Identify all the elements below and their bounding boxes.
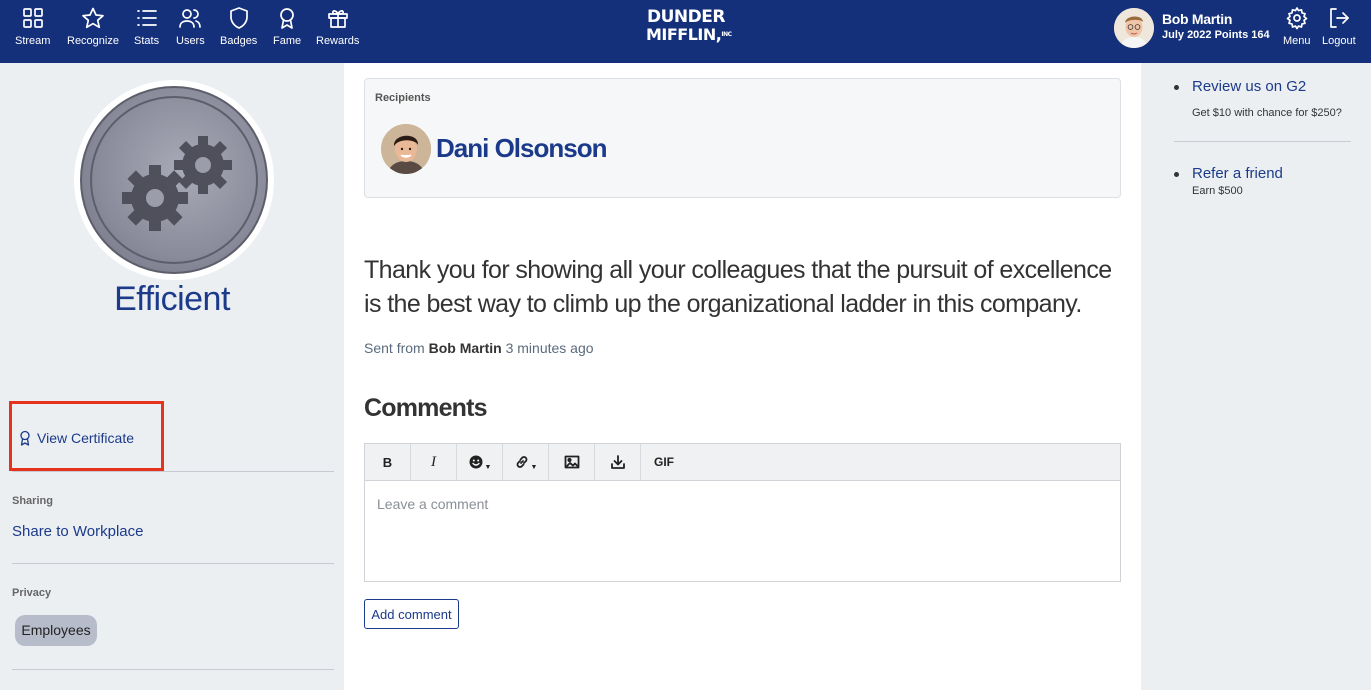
menu-button[interactable]: Menu bbox=[1283, 6, 1311, 47]
refer-friend-subtitle: Earn $500 bbox=[1192, 185, 1243, 197]
upload-button[interactable] bbox=[595, 444, 641, 480]
download-icon bbox=[610, 455, 625, 469]
comment-editor: B I ▼ ▼ GIF bbox=[364, 443, 1121, 582]
nav-fame[interactable]: Fame bbox=[273, 6, 301, 47]
view-certificate-label: View Certificate bbox=[37, 430, 135, 446]
gif-button[interactable]: GIF bbox=[641, 444, 687, 480]
nav-rewards[interactable]: Rewards bbox=[316, 6, 359, 47]
menu-label: Menu bbox=[1283, 35, 1311, 47]
emoji-button[interactable]: ▼ bbox=[457, 444, 503, 480]
privacy-label: Privacy bbox=[12, 587, 52, 599]
grid-icon bbox=[22, 8, 43, 28]
list-icon bbox=[136, 10, 157, 26]
users-icon bbox=[179, 9, 202, 28]
bullet bbox=[1174, 85, 1179, 90]
nav-stats-label: Stats bbox=[134, 35, 160, 47]
gift-icon bbox=[327, 10, 348, 28]
nav-badges-label: Badges bbox=[220, 35, 258, 47]
italic-label: I bbox=[431, 453, 436, 470]
user-points: July 2022 Points 164 bbox=[1162, 29, 1270, 41]
sender-name[interactable]: Bob Martin bbox=[429, 340, 502, 356]
divider bbox=[1174, 141, 1351, 142]
gears-icon bbox=[122, 136, 232, 231]
nav-users-label: Users bbox=[176, 35, 205, 47]
gear-icon bbox=[1286, 7, 1308, 30]
image-icon bbox=[564, 455, 579, 469]
editor-toolbar: B I ▼ ▼ GIF bbox=[365, 444, 1120, 481]
recipient-name[interactable]: Dani Olsonson bbox=[436, 133, 607, 164]
award-icon bbox=[20, 430, 30, 446]
refer-friend-link[interactable]: Refer a friend bbox=[1192, 165, 1283, 182]
bold-label: B bbox=[382, 454, 393, 470]
divider bbox=[12, 471, 334, 472]
italic-button[interactable]: I bbox=[411, 444, 457, 480]
chevron-down-icon: ▼ bbox=[484, 463, 492, 471]
recipients-card: Recipients Dani Olsonson bbox=[364, 78, 1121, 198]
nav-recognize[interactable]: Recognize bbox=[67, 6, 119, 47]
emoji-icon bbox=[469, 455, 483, 469]
user-avatar-image bbox=[1114, 8, 1154, 48]
star-icon bbox=[82, 7, 104, 29]
recipients-label: Recipients bbox=[375, 92, 431, 104]
logo-line2: MIFFLIN,INC bbox=[646, 25, 732, 44]
badge-medal bbox=[80, 86, 268, 274]
main-content: Recipients Dani Olsonson Thank you for s… bbox=[344, 63, 1141, 690]
nav-stats[interactable]: Stats bbox=[134, 6, 159, 47]
left-sidebar: Efficient View Certificate Sharing Share… bbox=[0, 63, 344, 690]
sent-time: 3 minutes ago bbox=[505, 340, 594, 356]
view-certificate-link[interactable]: View Certificate bbox=[19, 430, 134, 446]
recipient-avatar-image bbox=[381, 124, 431, 174]
recipient-avatar[interactable] bbox=[381, 124, 431, 174]
nav-fame-label: Fame bbox=[273, 35, 302, 47]
recognition-message: Thank you for showing all your colleague… bbox=[364, 256, 1112, 318]
image-button[interactable] bbox=[549, 444, 595, 480]
add-comment-button[interactable]: Add comment bbox=[364, 599, 459, 629]
divider bbox=[12, 563, 334, 564]
badge-image bbox=[74, 80, 274, 280]
link-button[interactable]: ▼ bbox=[503, 444, 549, 480]
right-sidebar: Review us on G2 Get $10 with chance for … bbox=[1141, 63, 1371, 690]
dunder-mifflin-logo[interactable]: DUNDER MIFFLIN,INC bbox=[646, 7, 732, 44]
logout-label: Logout bbox=[1322, 35, 1356, 47]
badge-title: Efficient bbox=[114, 280, 230, 318]
bold-button[interactable]: B bbox=[365, 444, 411, 480]
shield-icon bbox=[229, 7, 248, 29]
nav-badges[interactable]: Badges bbox=[220, 6, 257, 47]
bullet bbox=[1174, 172, 1179, 177]
logout-button[interactable]: Logout bbox=[1322, 6, 1356, 47]
divider bbox=[12, 669, 334, 670]
sent-prefix: Sent from bbox=[364, 340, 425, 356]
gif-label: GIF bbox=[654, 455, 674, 469]
user-name[interactable]: Bob Martin bbox=[1162, 11, 1232, 27]
sent-info: Sent from Bob Martin 3 minutes ago bbox=[364, 340, 594, 356]
nav-stream-label: Stream bbox=[15, 35, 51, 47]
review-g2-subtitle: Get $10 with chance for $250? bbox=[1192, 107, 1342, 119]
privacy-badge[interactable]: Employees bbox=[15, 615, 97, 646]
link-icon bbox=[516, 456, 527, 468]
logo-line1: DUNDER bbox=[647, 7, 725, 27]
sharing-label: Sharing bbox=[12, 495, 53, 507]
nav-recognize-label: Recognize bbox=[67, 35, 119, 47]
comments-heading: Comments bbox=[364, 394, 488, 422]
nav-rewards-label: Rewards bbox=[316, 35, 360, 47]
nav-stream[interactable]: Stream bbox=[15, 6, 50, 47]
chevron-down-icon: ▼ bbox=[530, 463, 538, 471]
avatar[interactable] bbox=[1114, 8, 1154, 48]
comment-input[interactable] bbox=[365, 481, 1120, 581]
award-icon bbox=[280, 8, 294, 29]
review-g2-link[interactable]: Review us on G2 bbox=[1192, 78, 1306, 95]
logout-icon bbox=[1329, 8, 1349, 28]
nav-users[interactable]: Users bbox=[176, 6, 205, 47]
share-to-workplace-link[interactable]: Share to Workplace bbox=[12, 523, 143, 540]
top-nav: Stream Recognize Stats Users Badges Fame… bbox=[0, 0, 1371, 63]
